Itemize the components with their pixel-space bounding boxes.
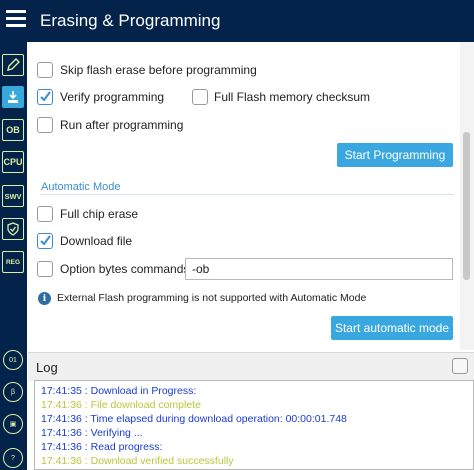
- reg-label: REG: [5, 258, 21, 266]
- security-shield-icon[interactable]: [2, 218, 24, 240]
- help-icon[interactable]: ?: [3, 448, 23, 468]
- log-line: 17:41:36 : Read progress:: [41, 441, 163, 453]
- full-flash-checksum-label: Full Flash memory checksum: [214, 90, 371, 104]
- programming-panel: Skip flash erase before programming Veri…: [28, 42, 474, 350]
- full-chip-erase-checkbox[interactable]: [37, 206, 53, 222]
- log-line: 17:41:36 : Time elapsed during download …: [41, 413, 347, 425]
- download-file-checkbox[interactable]: [37, 233, 53, 249]
- option-bytes-checkbox[interactable]: [37, 261, 53, 277]
- top-bar: Erasing & Programming: [0, 0, 474, 42]
- download-file-label: Download file: [60, 234, 133, 248]
- sidebar: OB CPU SWV REG 01 β ▣ ?: [0, 42, 27, 470]
- download-icon[interactable]: [2, 86, 24, 108]
- run-after-programming-checkbox[interactable]: [37, 117, 53, 133]
- swv-label: SWV: [4, 191, 22, 201]
- checkmark-icon: [40, 235, 51, 246]
- scrollbar-thumb[interactable]: [463, 132, 470, 280]
- sidebar-item-reg[interactable]: REG: [2, 251, 24, 273]
- full-chip-erase-label: Full chip erase: [60, 207, 139, 221]
- cpu-label: CPU: [3, 157, 23, 167]
- log-line: 17:41:36 : Download verified successfull…: [41, 455, 234, 467]
- start-programming-button[interactable]: Start Programming: [337, 143, 453, 167]
- log-header: Log: [28, 352, 474, 381]
- chip-icon[interactable]: ▣: [3, 414, 23, 434]
- hamburger-menu-icon[interactable]: [6, 10, 26, 30]
- automatic-mode-title: Automatic Mode: [41, 181, 121, 193]
- beta-icon[interactable]: β: [3, 382, 23, 402]
- run-after-programming-label: Run after programming: [60, 118, 184, 132]
- sidebar-item-cpu[interactable]: CPU: [2, 151, 24, 173]
- info-icon: i: [38, 292, 51, 305]
- info-text: External Flash programming is not suppor…: [57, 292, 367, 304]
- section-divider: [40, 194, 454, 195]
- log-line: 17:41:36 : File download complete: [41, 399, 201, 411]
- log-toggle-button[interactable]: [452, 358, 468, 374]
- binary-icon[interactable]: 01: [3, 350, 23, 370]
- verify-programming-label: Verify programming: [60, 90, 165, 104]
- page-title: Erasing & Programming: [40, 11, 221, 30]
- log-title: Log: [36, 360, 58, 375]
- skip-flash-erase-label: Skip flash erase before programming: [60, 63, 257, 77]
- full-flash-checksum-checkbox[interactable]: [192, 89, 208, 105]
- log-line: 17:41:35 : Download in Progress:: [41, 385, 197, 397]
- skip-flash-erase-checkbox[interactable]: [37, 62, 53, 78]
- option-bytes-input[interactable]: -ob: [185, 258, 453, 280]
- edit-pencil-icon[interactable]: [2, 54, 24, 76]
- start-automatic-mode-button[interactable]: Start automatic mode: [331, 316, 453, 340]
- sidebar-item-ob[interactable]: OB: [2, 119, 24, 141]
- ob-label: OB: [6, 125, 20, 135]
- verify-programming-checkbox[interactable]: [37, 89, 53, 105]
- log-output[interactable]: 17:41:35 : Download in Progress: 17:41:3…: [34, 380, 474, 470]
- checkmark-icon: [40, 91, 51, 102]
- option-bytes-label: Option bytes commands: [60, 262, 190, 276]
- log-line: 17:41:36 : Verifying ...: [41, 427, 143, 439]
- sidebar-item-swv[interactable]: SWV: [2, 185, 24, 207]
